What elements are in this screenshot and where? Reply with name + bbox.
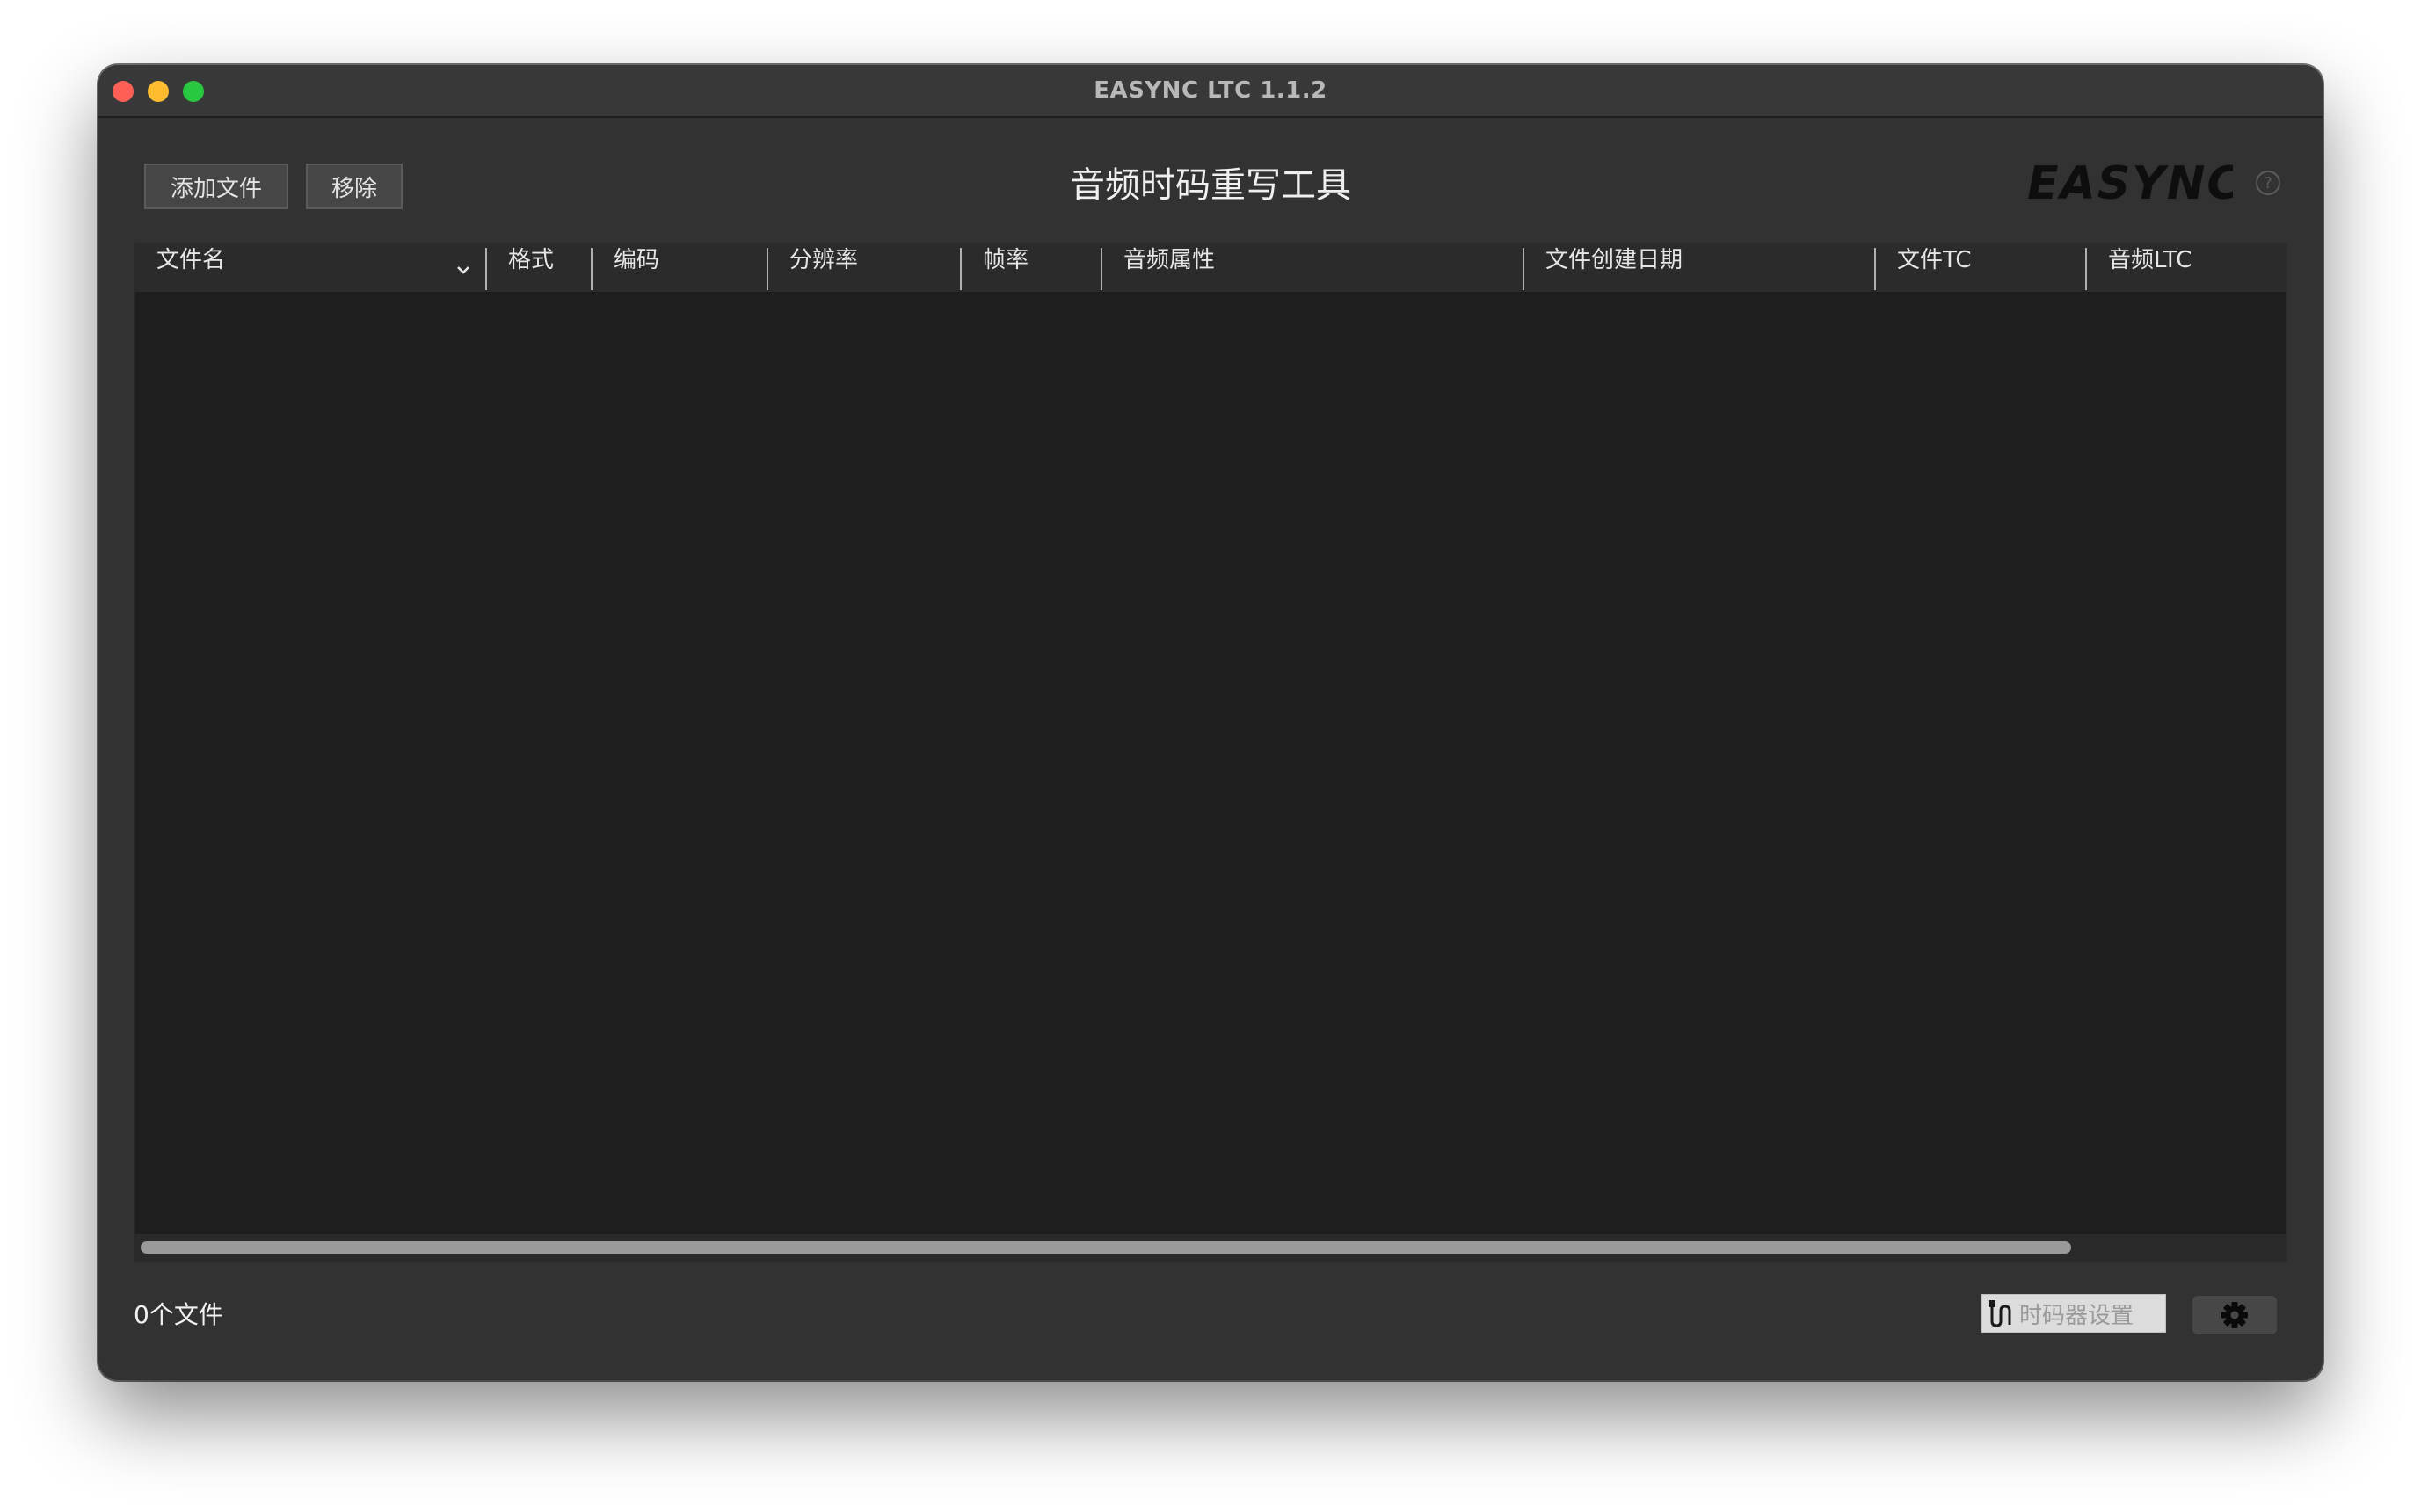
timecode-settings-label: 时码器设置 [2019, 1302, 2134, 1329]
column-divider[interactable] [1874, 248, 1876, 290]
column-divider[interactable] [591, 248, 593, 290]
column-divider[interactable] [2085, 248, 2087, 290]
horizontal-scrollbar[interactable] [135, 1234, 2286, 1261]
column-header-audio-ltc[interactable]: 音频LTC [2108, 244, 2284, 292]
window-title: EASYNC LTC 1.1.2 [1094, 77, 1327, 104]
easync-logo: EASYNC [2027, 157, 2233, 207]
file-table: 文件名 格式 编码 分辨率 帧率 音频属性 文件创建日期 文件TC 音频LTC [134, 243, 2287, 1262]
column-divider[interactable] [1101, 248, 1102, 290]
column-header-framerate[interactable]: 帧率 [983, 244, 1106, 292]
timecode-settings-button[interactable]: 时码器设置 [1981, 1294, 2166, 1333]
column-header-creation-date[interactable]: 文件创建日期 [1545, 244, 1879, 292]
file-count: 0个文件 [134, 1300, 223, 1329]
column-header-filename[interactable]: 文件名 [156, 244, 491, 292]
page-title: 音频时码重写工具 [1070, 165, 1351, 206]
app-window: EASYNC LTC 1.1.2 添加文件 移除 音频时码重写工具 EASYNC… [98, 65, 2323, 1380]
cable-icon [1989, 1300, 2011, 1327]
column-divider[interactable] [1523, 248, 1524, 290]
help-icon[interactable]: ? [2256, 171, 2280, 195]
column-divider[interactable] [960, 248, 962, 290]
column-header-resolution[interactable]: 分辨率 [789, 244, 965, 292]
logo-text: EASYNC [2027, 157, 2233, 207]
column-header-file-tc[interactable]: 文件TC [1897, 244, 2090, 292]
table-body[interactable] [135, 292, 2286, 1234]
column-divider[interactable] [485, 248, 487, 290]
column-divider[interactable] [767, 248, 768, 290]
gear-icon [2221, 1302, 2248, 1328]
chevron-down-icon[interactable] [455, 262, 471, 278]
table-header: 文件名 格式 编码 分辨率 帧率 音频属性 文件创建日期 文件TC 音频LTC [135, 244, 2286, 292]
settings-button[interactable] [2192, 1296, 2277, 1334]
scrollbar-thumb[interactable] [141, 1241, 2071, 1254]
column-header-audio-properties[interactable]: 音频属性 [1123, 244, 1528, 292]
column-header-codec[interactable]: 编码 [614, 244, 763, 292]
title-bar[interactable]: EASYNC LTC 1.1.2 [98, 65, 2323, 118]
